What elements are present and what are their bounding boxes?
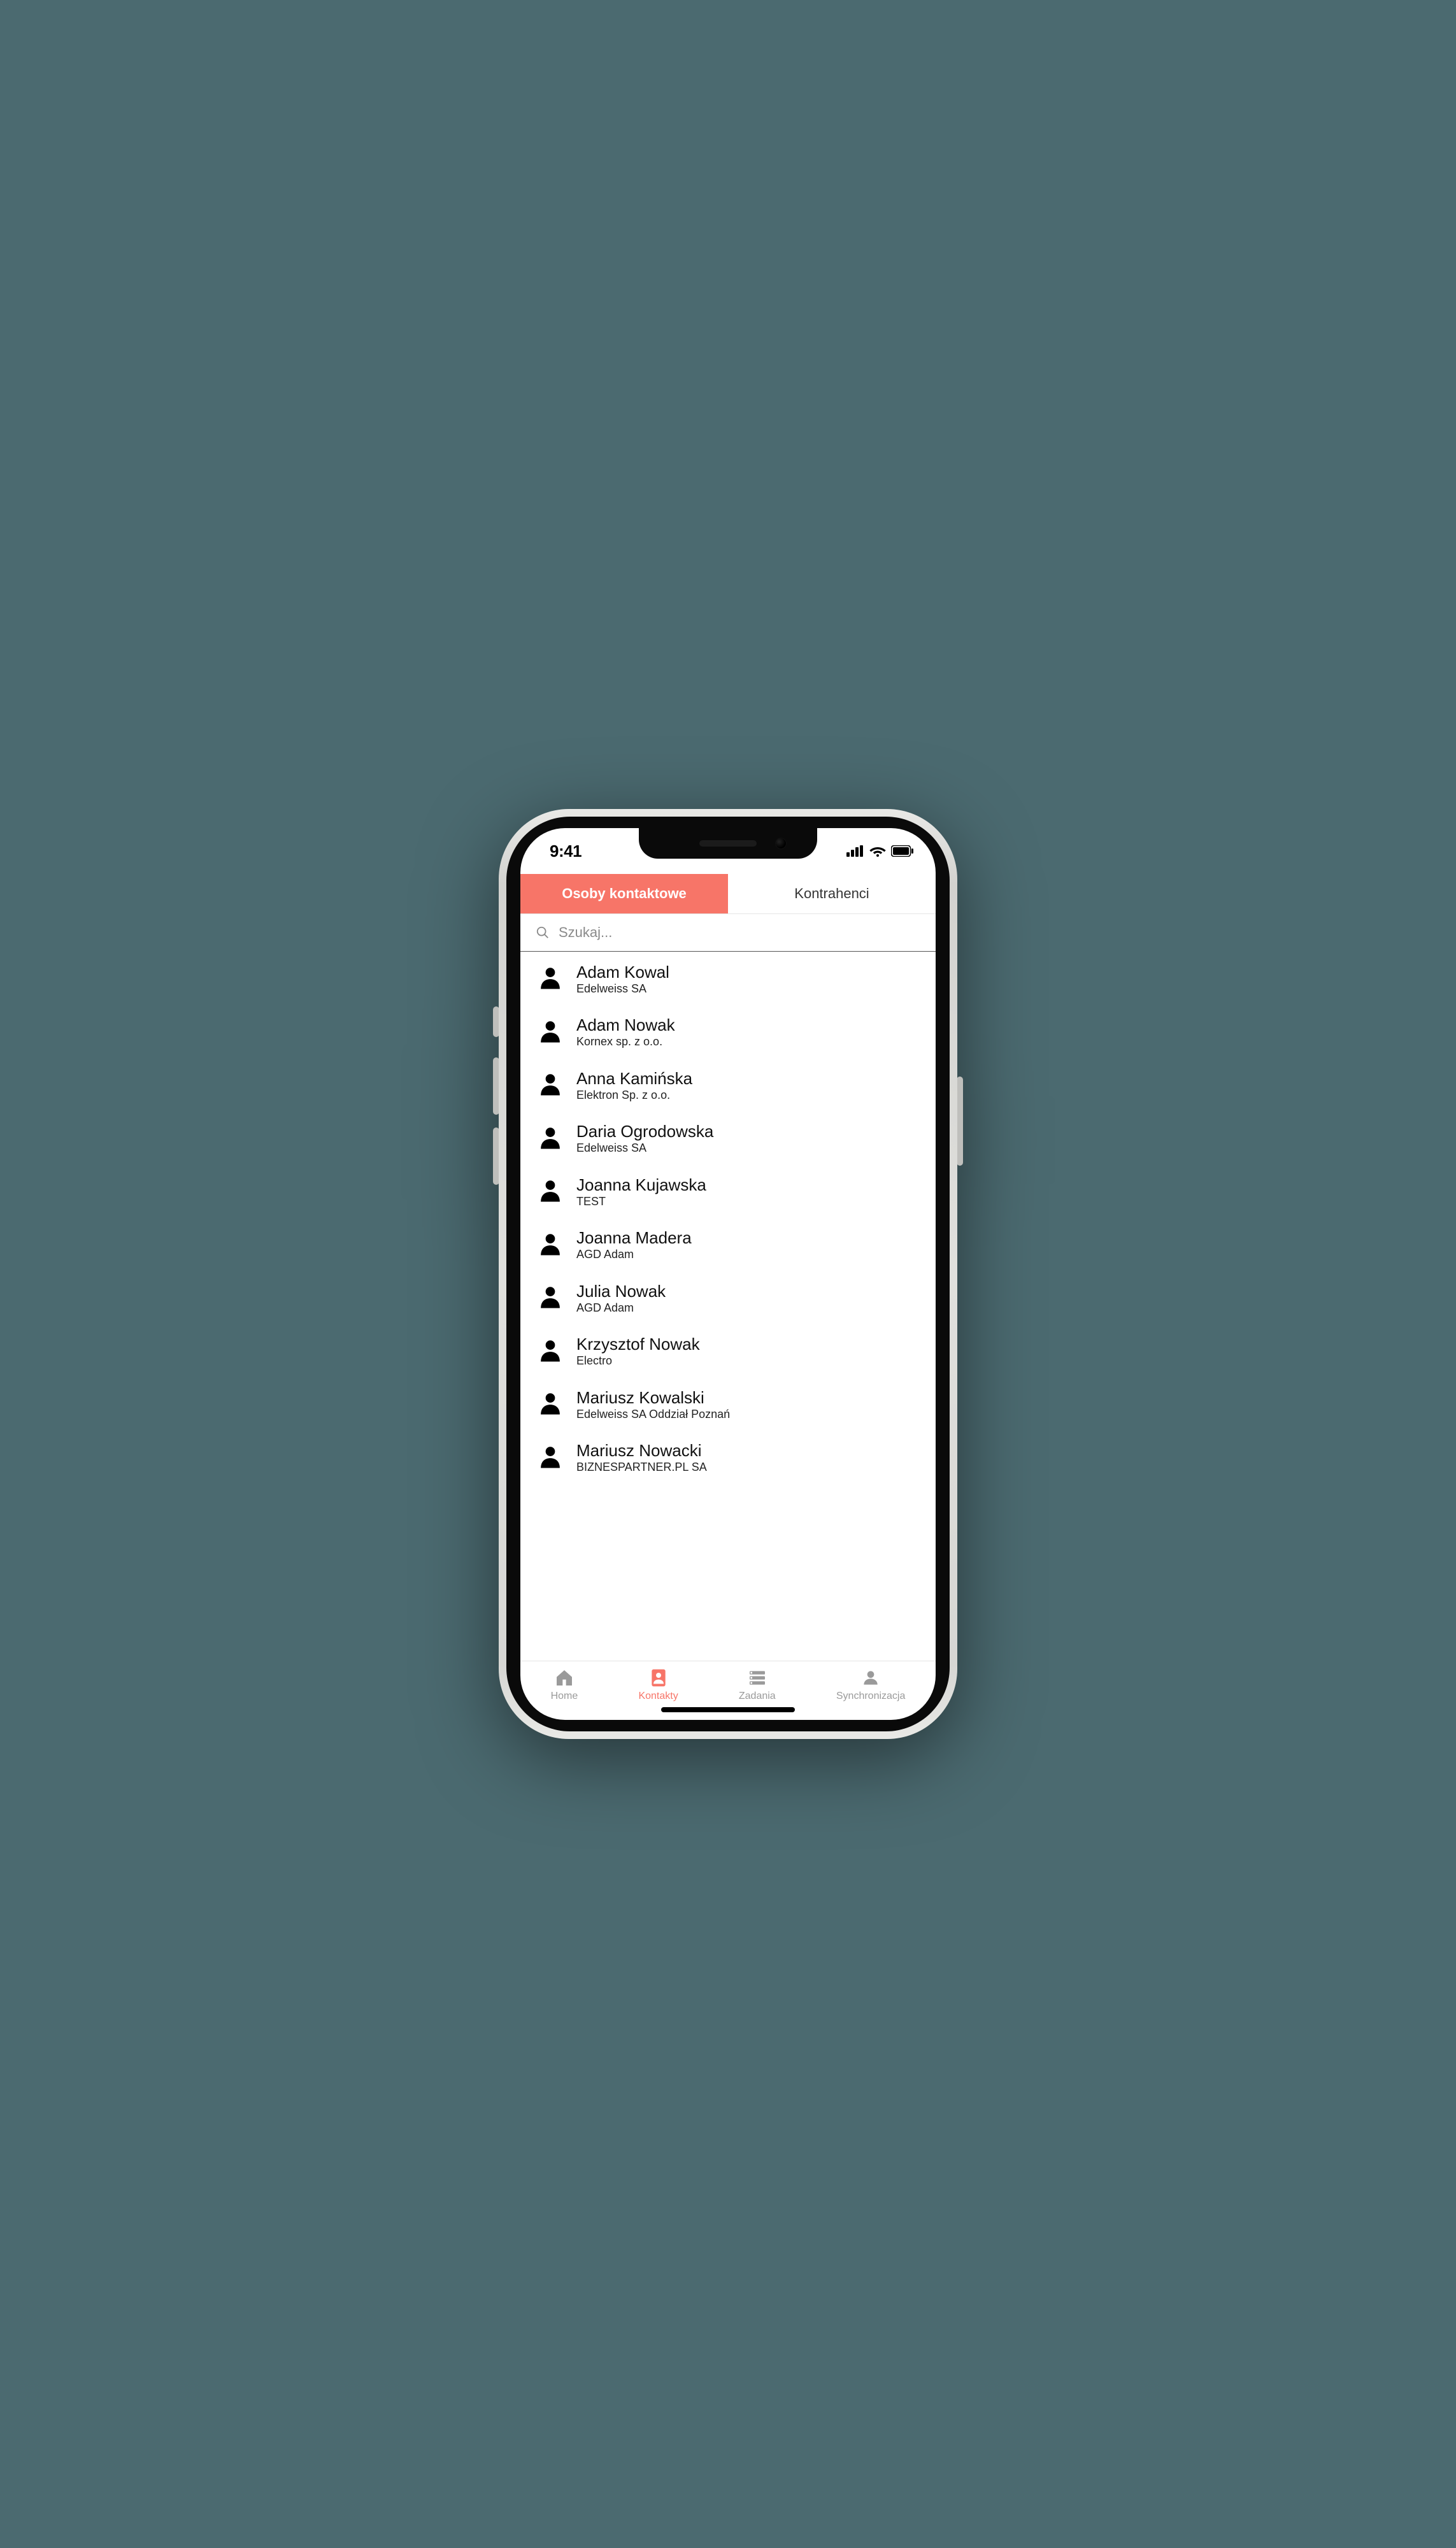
contact-name: Adam Kowal: [576, 963, 919, 982]
contact-info: Mariusz KowalskiEdelweiss SA Oddział Poz…: [576, 1389, 919, 1421]
sync-icon: [860, 1668, 881, 1688]
search-row: [520, 914, 936, 952]
contact-row[interactable]: Anna KamińskaElektron Sp. z o.o.: [520, 1058, 936, 1111]
person-icon: [537, 1124, 564, 1154]
contact-info: Anna KamińskaElektron Sp. z o.o.: [576, 1070, 919, 1102]
side-button: [957, 1077, 963, 1166]
status-time: 9:41: [550, 841, 582, 861]
contact-row[interactable]: Daria OgrodowskaEdelweiss SA: [520, 1111, 936, 1164]
nav-tasks[interactable]: Zadania: [739, 1668, 776, 1702]
contact-company: AGD Adam: [576, 1301, 919, 1315]
contact-company: Electro: [576, 1354, 919, 1368]
nav-sync[interactable]: Synchronizacja: [836, 1668, 906, 1702]
cellular-icon: [846, 845, 864, 857]
tab-contractors[interactable]: Kontrahenci: [728, 874, 936, 913]
nav-sync-label: Synchronizacja: [836, 1691, 906, 1702]
search-input[interactable]: [559, 924, 920, 941]
tab-contacts[interactable]: Osoby kontaktowe: [520, 874, 728, 913]
contact-row[interactable]: Krzysztof NowakElectro: [520, 1324, 936, 1377]
notch: [639, 828, 817, 859]
nav-contacts[interactable]: Kontakty: [638, 1668, 678, 1702]
nav-tasks-label: Zadania: [739, 1691, 776, 1702]
contact-company: Kornex sp. z o.o.: [576, 1035, 919, 1049]
contact-company: AGD Adam: [576, 1248, 919, 1262]
search-icon: [536, 926, 550, 940]
contact-list: Adam KowalEdelweiss SAAdam NowakKornex s…: [520, 952, 936, 1661]
contact-company: Edelweiss SA: [576, 1142, 919, 1156]
nav-contacts-label: Kontakty: [638, 1691, 678, 1702]
person-icon: [537, 1284, 564, 1313]
person-icon: [537, 1018, 564, 1048]
contact-info: Adam KowalEdelweiss SA: [576, 963, 919, 996]
contact-row[interactable]: Joanna KujawskaTEST: [520, 1164, 936, 1217]
nav-home[interactable]: Home: [551, 1668, 578, 1702]
contact-info: Krzysztof NowakElectro: [576, 1335, 919, 1368]
contact-company: Elektron Sp. z o.o.: [576, 1089, 919, 1103]
contact-name: Mariusz Nowacki: [576, 1442, 919, 1461]
contact-company: TEST: [576, 1195, 919, 1209]
contact-row[interactable]: Julia NowakAGD Adam: [520, 1271, 936, 1324]
battery-icon: [891, 845, 914, 857]
contact-info: Adam NowakKornex sp. z o.o.: [576, 1016, 919, 1049]
contact-row[interactable]: Adam NowakKornex sp. z o.o.: [520, 1005, 936, 1057]
person-icon: [537, 1177, 564, 1207]
contact-row[interactable]: Mariusz NowackiBIZNESPARTNER.PL SA: [520, 1430, 936, 1483]
contact-info: Julia NowakAGD Adam: [576, 1282, 919, 1315]
contact-name: Julia Nowak: [576, 1282, 919, 1301]
nav-home-label: Home: [551, 1691, 578, 1702]
contact-info: Mariusz NowackiBIZNESPARTNER.PL SA: [576, 1442, 919, 1474]
person-icon: [537, 1231, 564, 1261]
person-icon: [537, 1071, 564, 1101]
contact-name: Krzysztof Nowak: [576, 1335, 919, 1354]
wifi-icon: [869, 845, 886, 857]
contact-company: BIZNESPARTNER.PL SA: [576, 1461, 919, 1475]
tab-contacts-label: Osoby kontaktowe: [562, 885, 687, 901]
contact-row[interactable]: Mariusz KowalskiEdelweiss SA Oddział Poz…: [520, 1377, 936, 1430]
contact-company: Edelweiss SA: [576, 982, 919, 996]
person-icon: [537, 1390, 564, 1420]
contact-name: Anna Kamińska: [576, 1070, 919, 1089]
top-tabs: Osoby kontaktowe Kontrahenci: [520, 874, 936, 914]
contact-name: Joanna Madera: [576, 1229, 919, 1248]
status-icons: [846, 845, 914, 857]
contact-info: Joanna MaderaAGD Adam: [576, 1229, 919, 1261]
tasks-icon: [747, 1668, 767, 1688]
contact-info: Joanna KujawskaTEST: [576, 1176, 919, 1208]
contacts-icon: [648, 1668, 669, 1688]
contact-info: Daria OgrodowskaEdelweiss SA: [576, 1122, 919, 1155]
contact-row[interactable]: Joanna MaderaAGD Adam: [520, 1217, 936, 1270]
contact-name: Daria Ogrodowska: [576, 1122, 919, 1142]
contact-row[interactable]: Adam KowalEdelweiss SA: [520, 952, 936, 1005]
contact-company: Edelweiss SA Oddział Poznań: [576, 1408, 919, 1422]
person-icon: [537, 964, 564, 994]
home-icon: [554, 1668, 575, 1688]
home-indicator: [661, 1707, 795, 1712]
phone-mockup: 9:41: [499, 809, 957, 1739]
contact-name: Joanna Kujawska: [576, 1176, 919, 1195]
contact-name: Mariusz Kowalski: [576, 1389, 919, 1408]
tab-contractors-label: Kontrahenci: [794, 885, 869, 901]
person-icon: [537, 1337, 564, 1367]
person-icon: [537, 1443, 564, 1473]
contact-name: Adam Nowak: [576, 1016, 919, 1035]
